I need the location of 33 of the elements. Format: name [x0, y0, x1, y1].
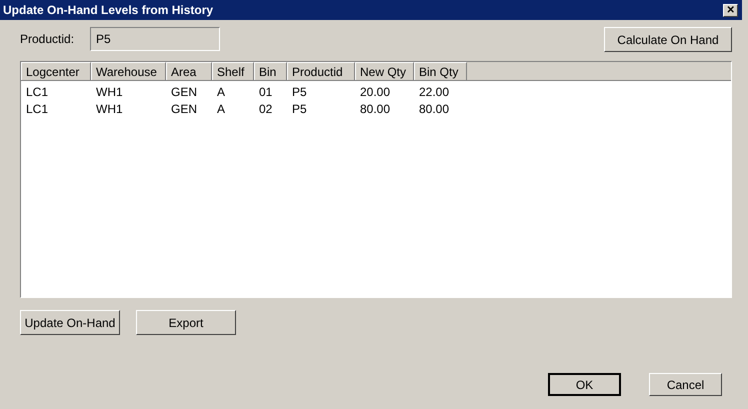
column-header[interactable]: Shelf — [212, 62, 254, 80]
table-cell-text: 01 — [258, 84, 274, 100]
calculate-button[interactable]: Calculate On Hand — [604, 27, 732, 52]
table-cell-text: WH1 — [95, 84, 124, 100]
column-header[interactable]: Warehouse — [91, 62, 166, 80]
table-cell-text: 80.00 — [359, 100, 392, 118]
table-cell-text: 22.00 — [418, 84, 450, 100]
table-cell-text: P5 — [291, 84, 308, 100]
field-label: Productid: — [20, 31, 74, 48]
table-cell-text: A — [216, 84, 226, 100]
ok-button[interactable]: OK — [548, 373, 621, 396]
table-cell-text: A — [216, 100, 226, 118]
column-header[interactable]: Productid — [287, 62, 355, 80]
table-cell-text: 20.00 — [359, 84, 392, 100]
productid-field[interactable]: P5 — [90, 27, 220, 51]
window-title: Update On-Hand Levels from History — [3, 2, 214, 19]
column-header[interactable]: Area — [166, 62, 212, 80]
column-header[interactable]: Bin Qty — [414, 62, 467, 80]
table-cell-text: 02 — [258, 100, 274, 118]
update-button[interactable]: Update On-Hand — [20, 310, 120, 335]
table-cell-text: 80.00 — [418, 100, 450, 118]
column-header[interactable]: New Qty — [355, 62, 414, 80]
table-cell-text: LC1 — [25, 100, 50, 118]
table-cell-text: GEN — [170, 84, 198, 100]
column-header[interactable]: Bin — [254, 62, 287, 80]
export-button[interactable]: Export — [136, 310, 236, 335]
table-cell-text: P5 — [291, 100, 308, 118]
cancel-button[interactable]: Cancel — [649, 373, 722, 396]
close-button[interactable]: ✕ — [723, 4, 738, 16]
column-header[interactable]: Logcenter — [21, 62, 91, 80]
table-cell-text: GEN — [170, 100, 198, 118]
table-cell-text: WH1 — [95, 100, 124, 118]
table-cell-text: LC1 — [25, 84, 50, 100]
